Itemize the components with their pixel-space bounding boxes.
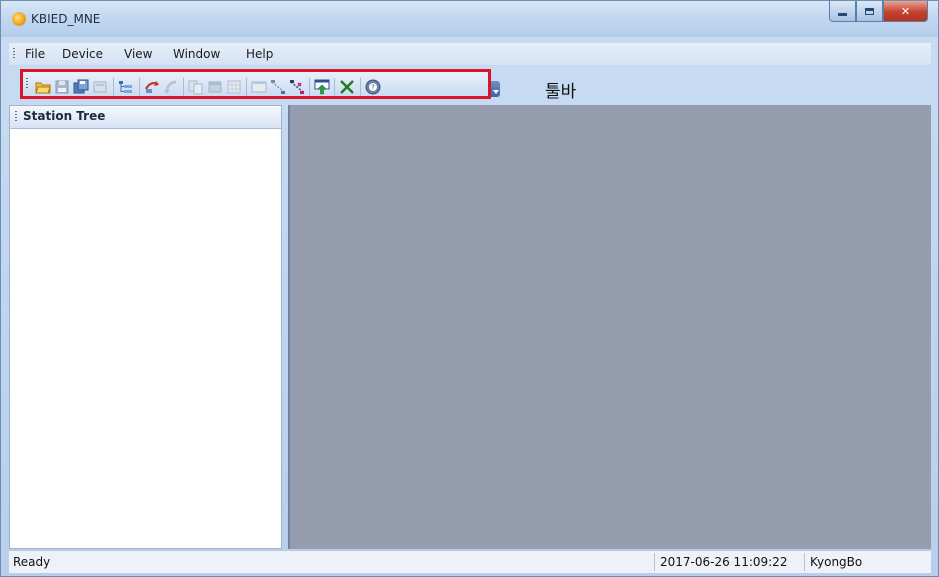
- app-window: KBIED_MNE ✕ File Device View Window Help: [0, 0, 939, 577]
- station-tree-panel[interactable]: Station Tree: [9, 105, 282, 549]
- status-datetime: 2017-06-26 11:09:22: [654, 553, 802, 571]
- station-tree-header: Station Tree: [10, 106, 281, 129]
- mdi-workspace[interactable]: [288, 105, 931, 549]
- toolbar-annotation: 툴바: [545, 82, 577, 102]
- window-controls: ✕: [829, 1, 928, 23]
- window-title: KBIED_MNE: [31, 12, 101, 26]
- toolbar-row: ? 툴바: [9, 67, 931, 103]
- maximize-icon: [865, 7, 874, 15]
- menu-device[interactable]: Device: [62, 47, 103, 61]
- menu-bar: File Device View Window Help: [9, 43, 931, 65]
- toolbar-overflow-chevron-icon[interactable]: [491, 81, 500, 97]
- close-button[interactable]: ✕: [883, 1, 928, 22]
- maximize-button[interactable]: [856, 1, 883, 22]
- app-logo-icon: [12, 12, 26, 26]
- minimize-icon: [838, 12, 847, 16]
- menu-file[interactable]: File: [25, 47, 45, 61]
- menu-view[interactable]: View: [124, 47, 152, 61]
- menu-window[interactable]: Window: [173, 47, 220, 61]
- toolbar-highlight-frame: [20, 69, 491, 99]
- menu-help[interactable]: Help: [246, 47, 273, 61]
- minimize-button[interactable]: [829, 1, 856, 22]
- status-ready: Ready: [13, 555, 51, 569]
- panel-grip-icon[interactable]: [15, 111, 17, 123]
- station-tree-title: Station Tree: [23, 109, 106, 123]
- title-bar[interactable]: KBIED_MNE ✕: [1, 1, 938, 37]
- menu-grip-icon[interactable]: [13, 48, 15, 60]
- status-bar: Ready 2017-06-26 11:09:22 KyongBo: [9, 550, 931, 573]
- close-icon: ✕: [900, 4, 911, 18]
- status-user: KyongBo: [804, 553, 924, 571]
